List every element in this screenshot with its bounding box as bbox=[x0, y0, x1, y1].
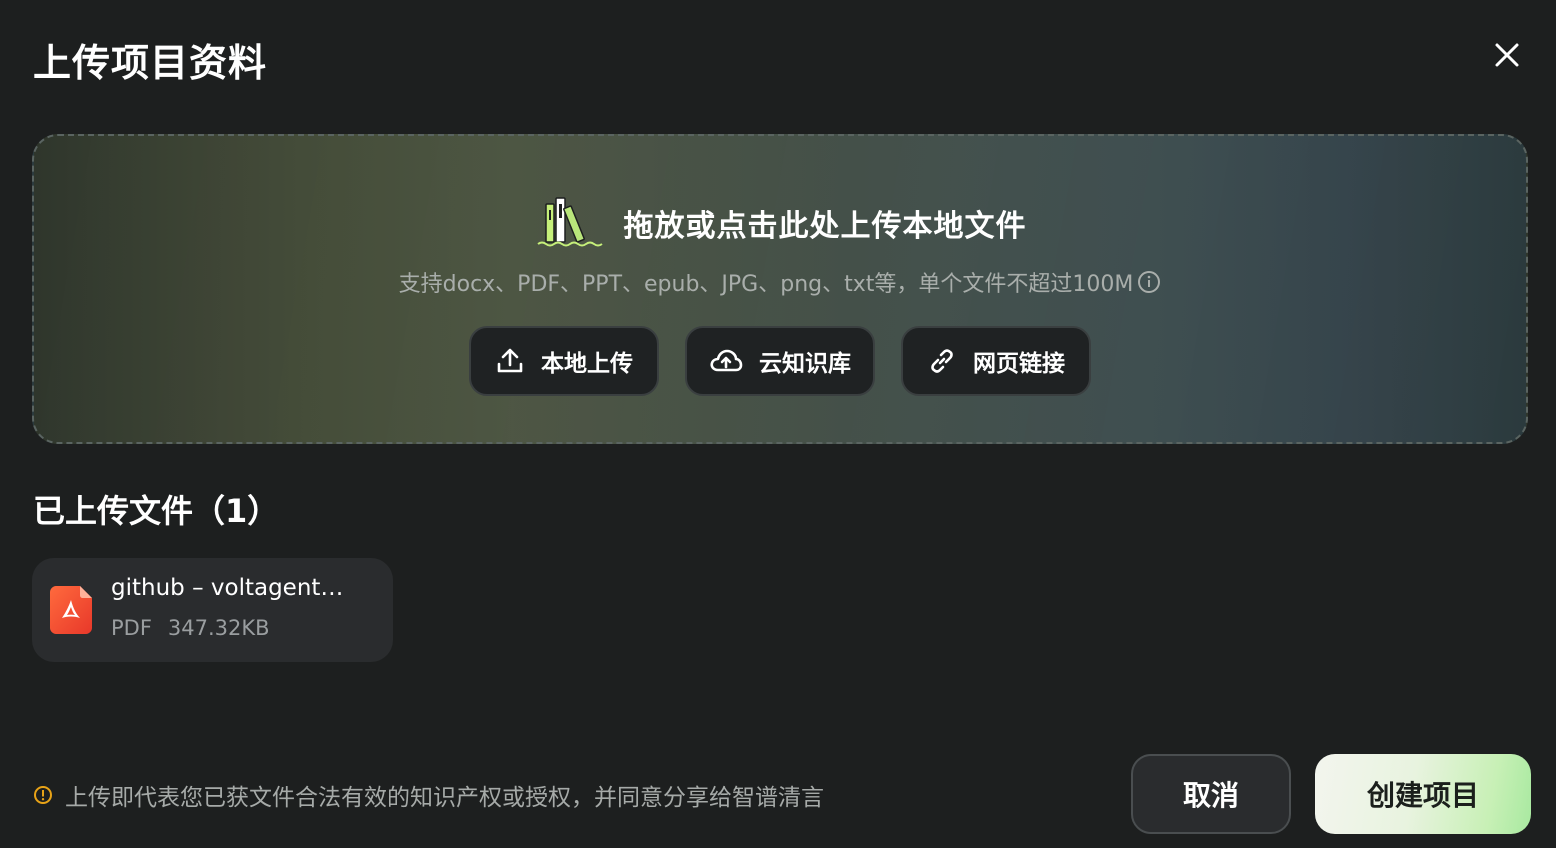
web-link-button[interactable]: 网页链接 bbox=[901, 326, 1091, 396]
file-name: github – voltagent… bbox=[111, 575, 344, 601]
cloud-knowledge-base-label: 云知识库 bbox=[759, 351, 851, 377]
link-icon bbox=[931, 349, 953, 373]
file-meta: PDF 347.32KB bbox=[111, 616, 270, 640]
file-size: 347.32KB bbox=[167, 616, 270, 640]
uploaded-file-card[interactable]: github – voltagent… PDF 347.32KB bbox=[32, 558, 393, 662]
books-illustration-icon bbox=[536, 197, 603, 247]
create-project-button[interactable]: 创建项目 bbox=[1315, 754, 1531, 834]
info-icon[interactable] bbox=[1137, 270, 1161, 294]
cancel-button[interactable]: 取消 bbox=[1131, 754, 1291, 834]
dropzone-headline: 拖放或点击此处上传本地文件 bbox=[34, 196, 1526, 250]
local-upload-button[interactable]: 本地上传 bbox=[469, 326, 659, 396]
upload-source-buttons: 本地上传 云知识库 网页链接 bbox=[34, 326, 1526, 396]
supported-formats-text: 支持docx、PDF、PPT、epub、JPG、png、txt等，单个文件不超过… bbox=[398, 272, 1134, 297]
cloud-upload-icon bbox=[710, 349, 743, 372]
file-dropzone[interactable]: 拖放或点击此处上传本地文件 支持docx、PDF、PPT、epub、JPG、pn… bbox=[32, 134, 1528, 444]
close-button[interactable] bbox=[1488, 36, 1526, 74]
warning-info-icon bbox=[34, 786, 52, 804]
pdf-icon bbox=[50, 586, 92, 634]
dialog-title: 上传项目资料 bbox=[33, 41, 268, 85]
notice-text: 上传即代表您已获文件合法有效的知识产权或授权，并同意分享给智谱清言 bbox=[65, 785, 824, 811]
cloud-knowledge-base-button[interactable]: 云知识库 bbox=[685, 326, 875, 396]
dropzone-headline-text: 拖放或点击此处上传本地文件 bbox=[623, 209, 1027, 244]
upload-dialog: 上传项目资料 拖放或点击此处上传本地文件 支持docx、PDF、PPT、epub… bbox=[0, 0, 1556, 848]
dropzone-subtitle: 支持docx、PDF、PPT、epub、JPG、png、txt等，单个文件不超过… bbox=[34, 266, 1526, 298]
close-icon bbox=[1495, 43, 1519, 67]
local-upload-label: 本地上传 bbox=[541, 351, 633, 377]
upload-icon bbox=[497, 348, 523, 373]
upload-notice: 上传即代表您已获文件合法有效的知识产权或授权，并同意分享给智谱清言 bbox=[33, 778, 824, 812]
uploaded-files-title: 已上传文件（1） bbox=[33, 492, 280, 530]
file-type: PDF bbox=[111, 616, 152, 640]
web-link-label: 网页链接 bbox=[973, 351, 1065, 377]
